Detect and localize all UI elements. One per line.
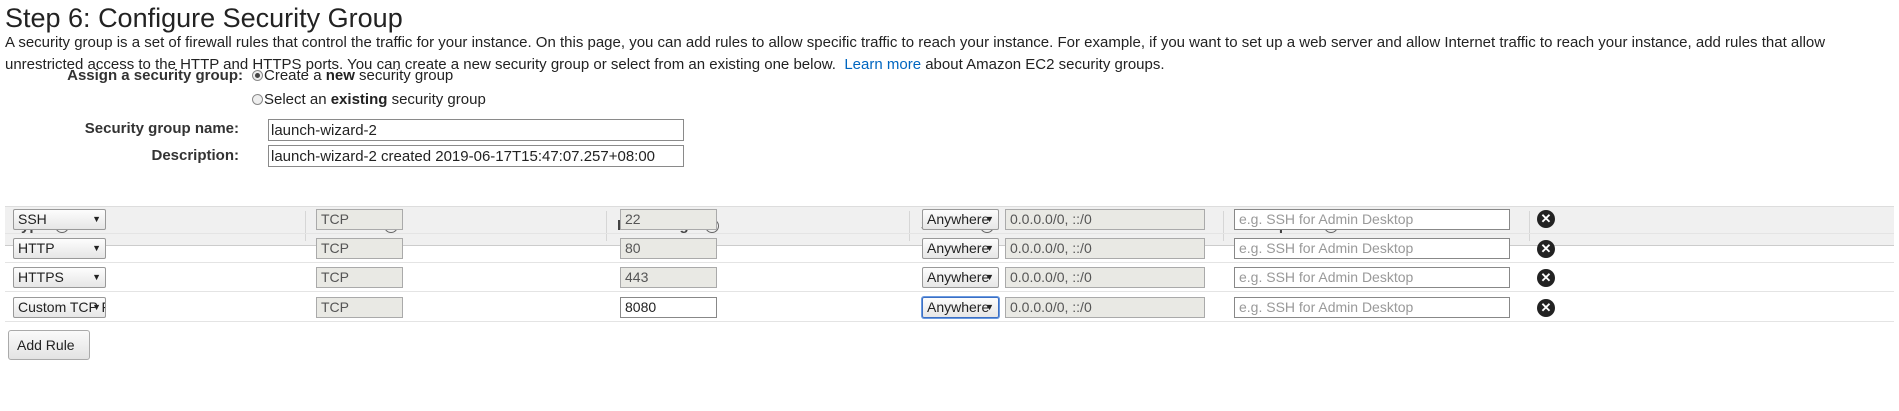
- rule-description-input[interactable]: e.g. SSH for Admin Desktop: [1234, 267, 1510, 288]
- type-select[interactable]: Custom TCP F ▼: [13, 297, 106, 318]
- chevron-down-icon: ▼: [92, 214, 101, 224]
- radio-create-new[interactable]: Create a new security group: [252, 67, 453, 84]
- cidr-field: 0.0.0.0/0, ::/0: [1005, 297, 1205, 318]
- port-range-field: 443: [620, 267, 717, 288]
- port-range-field: 22: [620, 209, 717, 230]
- source-select[interactable]: Anywhere ▼: [922, 297, 999, 318]
- group-description-label: Description:: [151, 147, 239, 164]
- type-select[interactable]: HTTP ▼: [13, 238, 106, 259]
- rule-description-input[interactable]: e.g. SSH for Admin Desktop: [1234, 209, 1510, 230]
- learn-more-link[interactable]: Learn more: [844, 56, 921, 73]
- chevron-down-icon: ▼: [985, 243, 994, 253]
- radio-select-existing[interactable]: Select an existing security group: [252, 91, 486, 108]
- chevron-down-icon: ▼: [92, 302, 101, 312]
- group-description-input[interactable]: [268, 145, 684, 167]
- port-range-input[interactable]: 8080: [620, 297, 717, 318]
- port-range-field: 80: [620, 238, 717, 259]
- protocol-field: TCP: [316, 267, 403, 288]
- close-circle-icon[interactable]: ✕: [1537, 210, 1555, 228]
- source-select[interactable]: Anywhere ▼: [922, 267, 999, 288]
- close-circle-icon[interactable]: ✕: [1537, 269, 1555, 287]
- group-name-label: Security group name:: [84, 120, 239, 137]
- page-title: Step 6: Configure Security Group: [5, 3, 403, 33]
- chevron-down-icon: ▼: [985, 302, 994, 312]
- protocol-field: TCP: [316, 238, 403, 259]
- protocol-field: TCP: [316, 297, 403, 318]
- source-select[interactable]: Anywhere ▼: [922, 209, 999, 230]
- intro-suffix: about Amazon EC2 security groups.: [925, 56, 1165, 73]
- close-circle-icon[interactable]: ✕: [1537, 299, 1555, 317]
- type-select[interactable]: HTTPS ▼: [13, 267, 106, 288]
- group-name-input[interactable]: [268, 119, 684, 141]
- cidr-field: 0.0.0.0/0, ::/0: [1005, 267, 1205, 288]
- chevron-down-icon: ▼: [92, 243, 101, 253]
- cidr-field: 0.0.0.0/0, ::/0: [1005, 209, 1205, 230]
- chevron-down-icon: ▼: [985, 272, 994, 282]
- type-select[interactable]: SSH ▼: [13, 209, 106, 230]
- chevron-down-icon: ▼: [985, 214, 994, 224]
- source-select[interactable]: Anywhere ▼: [922, 238, 999, 259]
- cidr-field: 0.0.0.0/0, ::/0: [1005, 238, 1205, 259]
- rule-description-input[interactable]: e.g. SSH for Admin Desktop: [1234, 238, 1510, 259]
- radio-select-existing-control[interactable]: [252, 94, 263, 105]
- assign-group-label: Assign a security group:: [67, 67, 243, 84]
- radio-select-existing-label: Select an existing security group: [264, 91, 486, 108]
- radio-create-new-label: Create a new security group: [264, 67, 454, 84]
- close-circle-icon[interactable]: ✕: [1537, 240, 1555, 258]
- radio-create-new-control[interactable]: [252, 70, 263, 81]
- add-rule-button[interactable]: Add Rule: [8, 330, 90, 360]
- chevron-down-icon: ▼: [92, 272, 101, 282]
- rule-description-input[interactable]: e.g. SSH for Admin Desktop: [1234, 297, 1510, 318]
- protocol-field: TCP: [316, 209, 403, 230]
